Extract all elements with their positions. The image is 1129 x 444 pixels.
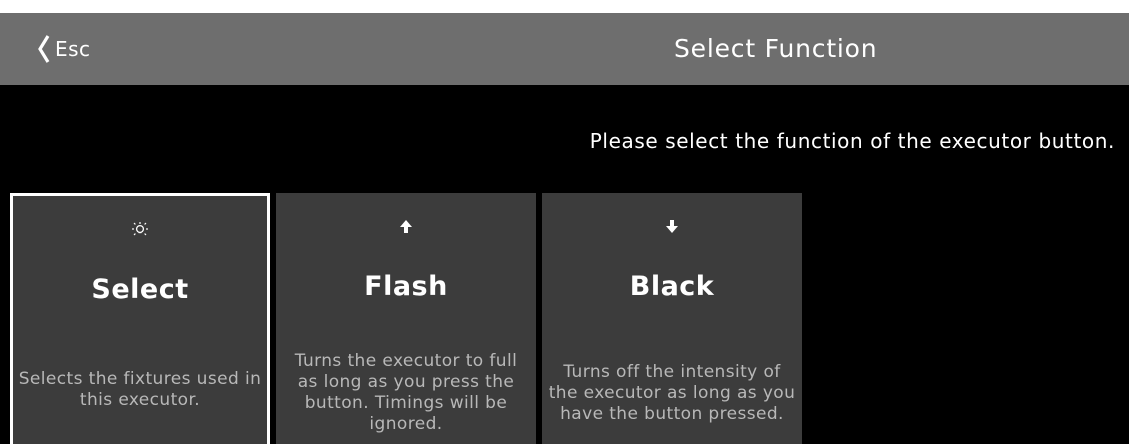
option-black[interactable]: Black Turns off the intensity of the exe…	[542, 193, 802, 444]
select-function-dialog: Esc Select Function Please select the fu…	[0, 13, 1129, 444]
option-description: Turns off the intensity of the executor …	[542, 325, 802, 444]
arrow-up-icon	[276, 215, 536, 239]
chevron-left-icon	[38, 35, 50, 63]
option-description: Turns the executor to full as long as yo…	[276, 325, 536, 444]
option-select[interactable]: Select Selects the fixtures used in this…	[10, 193, 270, 444]
option-description-text: Turns off the intensity of the executor …	[548, 361, 796, 424]
arrow-down-icon	[542, 215, 802, 239]
title-bar: Esc Select Function	[0, 13, 1129, 85]
dialog-title: Select Function	[674, 34, 878, 63]
esc-button[interactable]: Esc	[36, 27, 91, 71]
instruction-text: Please select the function of the execut…	[589, 129, 1115, 153]
option-label: Black	[629, 271, 715, 302]
lightbulb-icon	[13, 218, 267, 242]
option-flash[interactable]: Flash Turns the executor to full as long…	[276, 193, 536, 444]
option-label: Select	[91, 274, 189, 305]
option-label: Flash	[364, 271, 448, 302]
option-description: Selects the fixtures used in this execut…	[13, 322, 267, 444]
option-description-text: Selects the fixtures used in this execut…	[18, 369, 262, 410]
option-description-text: Turns the executor to full as long as yo…	[294, 351, 518, 434]
esc-label: Esc	[55, 37, 91, 61]
